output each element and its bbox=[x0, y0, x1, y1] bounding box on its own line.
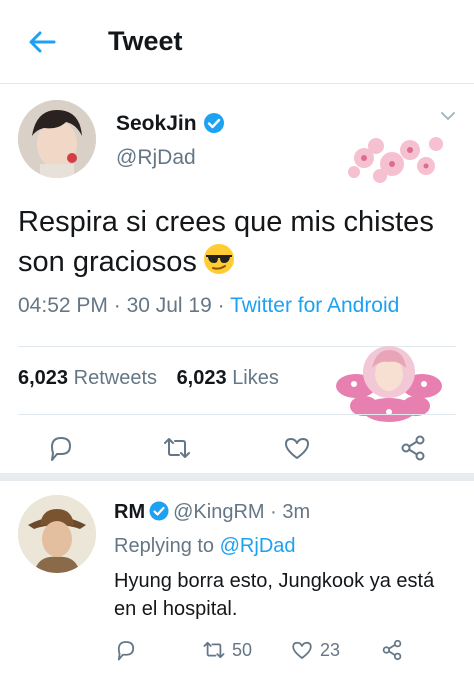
verified-badge-icon bbox=[204, 113, 224, 133]
tweet-time: 04:52 PM bbox=[18, 294, 108, 317]
share-icon[interactable] bbox=[398, 433, 428, 463]
flower-sticker bbox=[348, 137, 443, 183]
replying-to: Replying to @RjDad bbox=[114, 535, 296, 558]
reply-reply-action[interactable] bbox=[114, 637, 138, 663]
share-icon[interactable] bbox=[380, 638, 404, 662]
reply-author-handle[interactable]: @KingRM bbox=[173, 501, 264, 523]
likes-count[interactable]: 6,023 bbox=[177, 367, 227, 389]
back-arrow-icon[interactable] bbox=[24, 24, 60, 60]
author-name[interactable]: SeokJin bbox=[116, 112, 197, 136]
tweet-date: 30 Jul 19 bbox=[126, 294, 212, 317]
reply-like-action[interactable]: 23 bbox=[290, 637, 340, 663]
retweet-icon[interactable] bbox=[202, 638, 226, 662]
page-title: Tweet bbox=[108, 26, 183, 56]
tweet-meta: 04:52 PM · 30 Jul 19 · Twitter for Andro… bbox=[18, 294, 399, 318]
verified-badge-icon bbox=[149, 501, 169, 521]
reply-actions: 50 23 bbox=[114, 637, 454, 667]
reply-header: RM @KingRM · 3m bbox=[114, 501, 310, 524]
reply-author-avatar[interactable] bbox=[18, 495, 96, 573]
chevron-down-icon[interactable] bbox=[440, 110, 456, 122]
tweet-text: Respira si crees que mis chistes son gra… bbox=[18, 202, 458, 282]
reply-share-action[interactable] bbox=[380, 637, 404, 663]
retweet-icon[interactable] bbox=[162, 433, 192, 463]
tweet-actions bbox=[0, 429, 474, 469]
tweet-source-link[interactable]: Twitter for Android bbox=[230, 294, 399, 317]
likes-label[interactable]: Likes bbox=[232, 367, 279, 389]
replying-prefix: Replying to bbox=[114, 535, 215, 557]
meta-separator: · bbox=[113, 294, 127, 317]
reply-icon[interactable] bbox=[114, 638, 138, 662]
like-heart-icon[interactable] bbox=[290, 638, 314, 662]
meta-separator: · bbox=[217, 294, 231, 317]
meta-separator: · bbox=[264, 501, 283, 523]
reply-author-name[interactable]: RM bbox=[114, 501, 145, 523]
reply-retweets-count: 50 bbox=[232, 639, 253, 660]
reply-retweet-action[interactable]: 50 bbox=[202, 637, 252, 663]
tweet-stats: 6,023 Retweets 6,023 Likes bbox=[18, 367, 293, 390]
sunglasses-emoji-icon bbox=[203, 244, 234, 274]
reply-text: Hyung borra esto, Jungkook ya está en el… bbox=[114, 570, 435, 620]
reply-time: 3m bbox=[282, 501, 311, 523]
reply-likes-count: 23 bbox=[320, 639, 341, 660]
retweets-label[interactable]: Retweets bbox=[74, 367, 157, 389]
app-header: Tweet bbox=[0, 0, 474, 84]
author-handle[interactable]: @RjDad bbox=[116, 146, 196, 170]
reply-icon[interactable] bbox=[46, 433, 76, 463]
author-avatar[interactable] bbox=[18, 100, 96, 178]
retweets-count[interactable]: 6,023 bbox=[18, 367, 68, 389]
main-tweet[interactable]: SeokJin @RjDad Respira si crees que mis … bbox=[0, 84, 474, 481]
divider bbox=[18, 414, 456, 415]
flower-photo-sticker bbox=[336, 346, 442, 422]
replying-to-handle[interactable]: @RjDad bbox=[220, 535, 296, 557]
like-heart-icon[interactable] bbox=[282, 433, 312, 463]
reply-tweet[interactable]: RM @KingRM · 3m Replying to @RjDad Hyung… bbox=[0, 481, 474, 683]
